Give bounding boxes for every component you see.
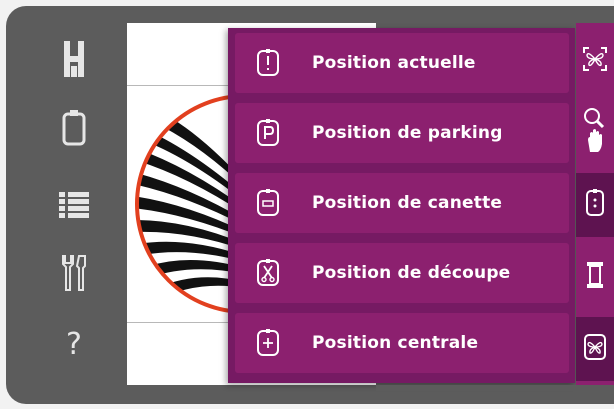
menu-item-label: Position centrale [312, 333, 479, 353]
butterfly-stitch-button[interactable] [576, 317, 614, 381]
tools-icon[interactable] [52, 252, 96, 296]
left-sidebar: ? [40, 20, 120, 390]
parking-position-icon [253, 118, 283, 148]
menu-item-cut-position[interactable]: Position de découpe [235, 243, 569, 303]
menu-item-center-position[interactable]: Position centrale [235, 313, 569, 373]
menu-item-label: Position actuelle [312, 53, 476, 73]
zoom-pan-icon [582, 106, 608, 160]
zoom-pan-button[interactable] [576, 101, 614, 165]
right-toolbar [576, 23, 614, 385]
presser-foot-icon[interactable] [52, 37, 96, 81]
help-icon[interactable]: ? [52, 322, 96, 366]
menu-item-bobbin-position[interactable]: Position de canette [235, 173, 569, 233]
menu-item-current-position[interactable]: Position actuelle [235, 33, 569, 93]
current-position-icon [253, 48, 283, 78]
hoop-positions-button[interactable] [576, 173, 614, 237]
cut-position-icon [253, 258, 283, 288]
menu-item-parking-position[interactable]: Position de parking [235, 103, 569, 163]
butterfly-stitch-icon [583, 332, 607, 366]
bottom-strip [376, 385, 614, 391]
butterfly-frame-icon [582, 46, 608, 76]
menu-item-label: Position de découpe [312, 263, 511, 283]
center-position-icon [253, 328, 283, 358]
position-menu: Position actuelle Position de parking Po… [228, 28, 575, 383]
menu-item-label: Position de parking [312, 123, 503, 143]
hoop-positions-icon [584, 188, 606, 222]
bobbin-position-icon [253, 188, 283, 218]
thread-spool-button[interactable] [576, 245, 614, 309]
thread-spool-icon [584, 260, 606, 294]
menu-item-label: Position de canette [312, 193, 503, 213]
stitch-list-icon[interactable] [52, 183, 96, 227]
butterfly-frame-button[interactable] [576, 29, 614, 93]
hoop-icon[interactable] [52, 106, 96, 150]
help-label: ? [66, 326, 82, 362]
